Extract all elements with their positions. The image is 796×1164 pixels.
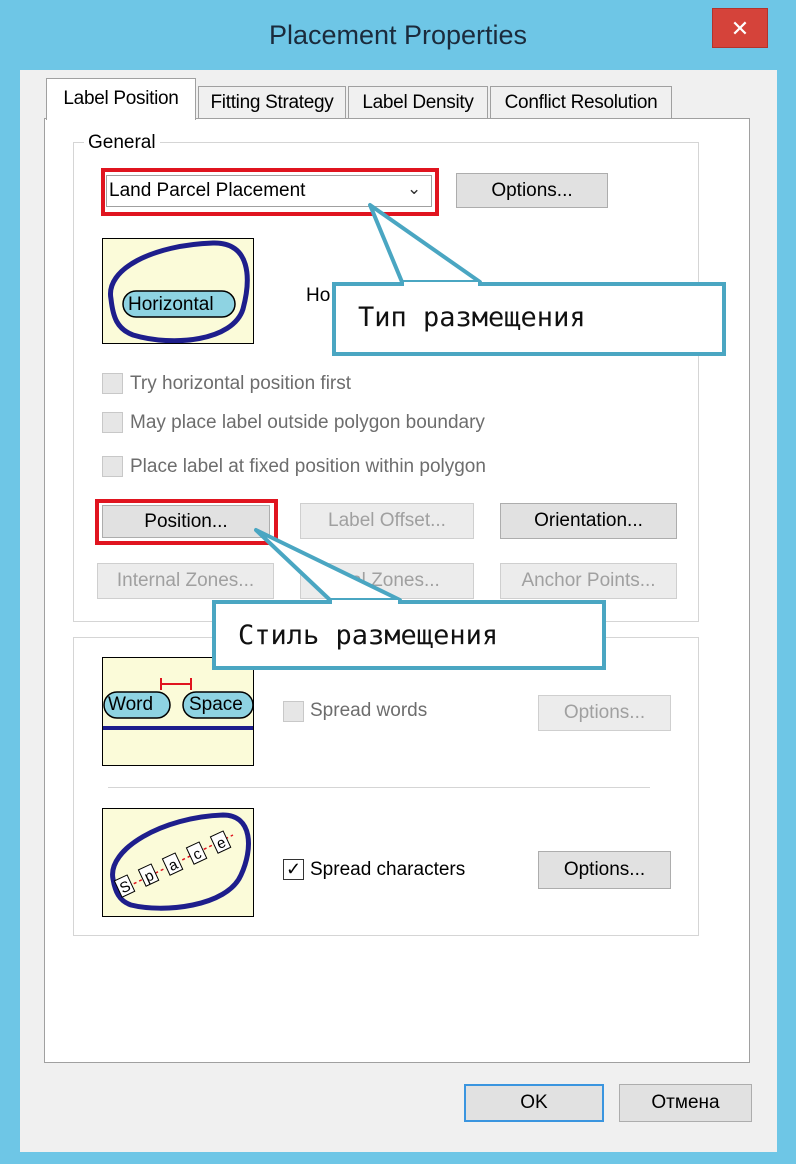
tab-label-position[interactable]: Label Position (46, 78, 196, 120)
callout-pointer-joins (332, 282, 478, 604)
